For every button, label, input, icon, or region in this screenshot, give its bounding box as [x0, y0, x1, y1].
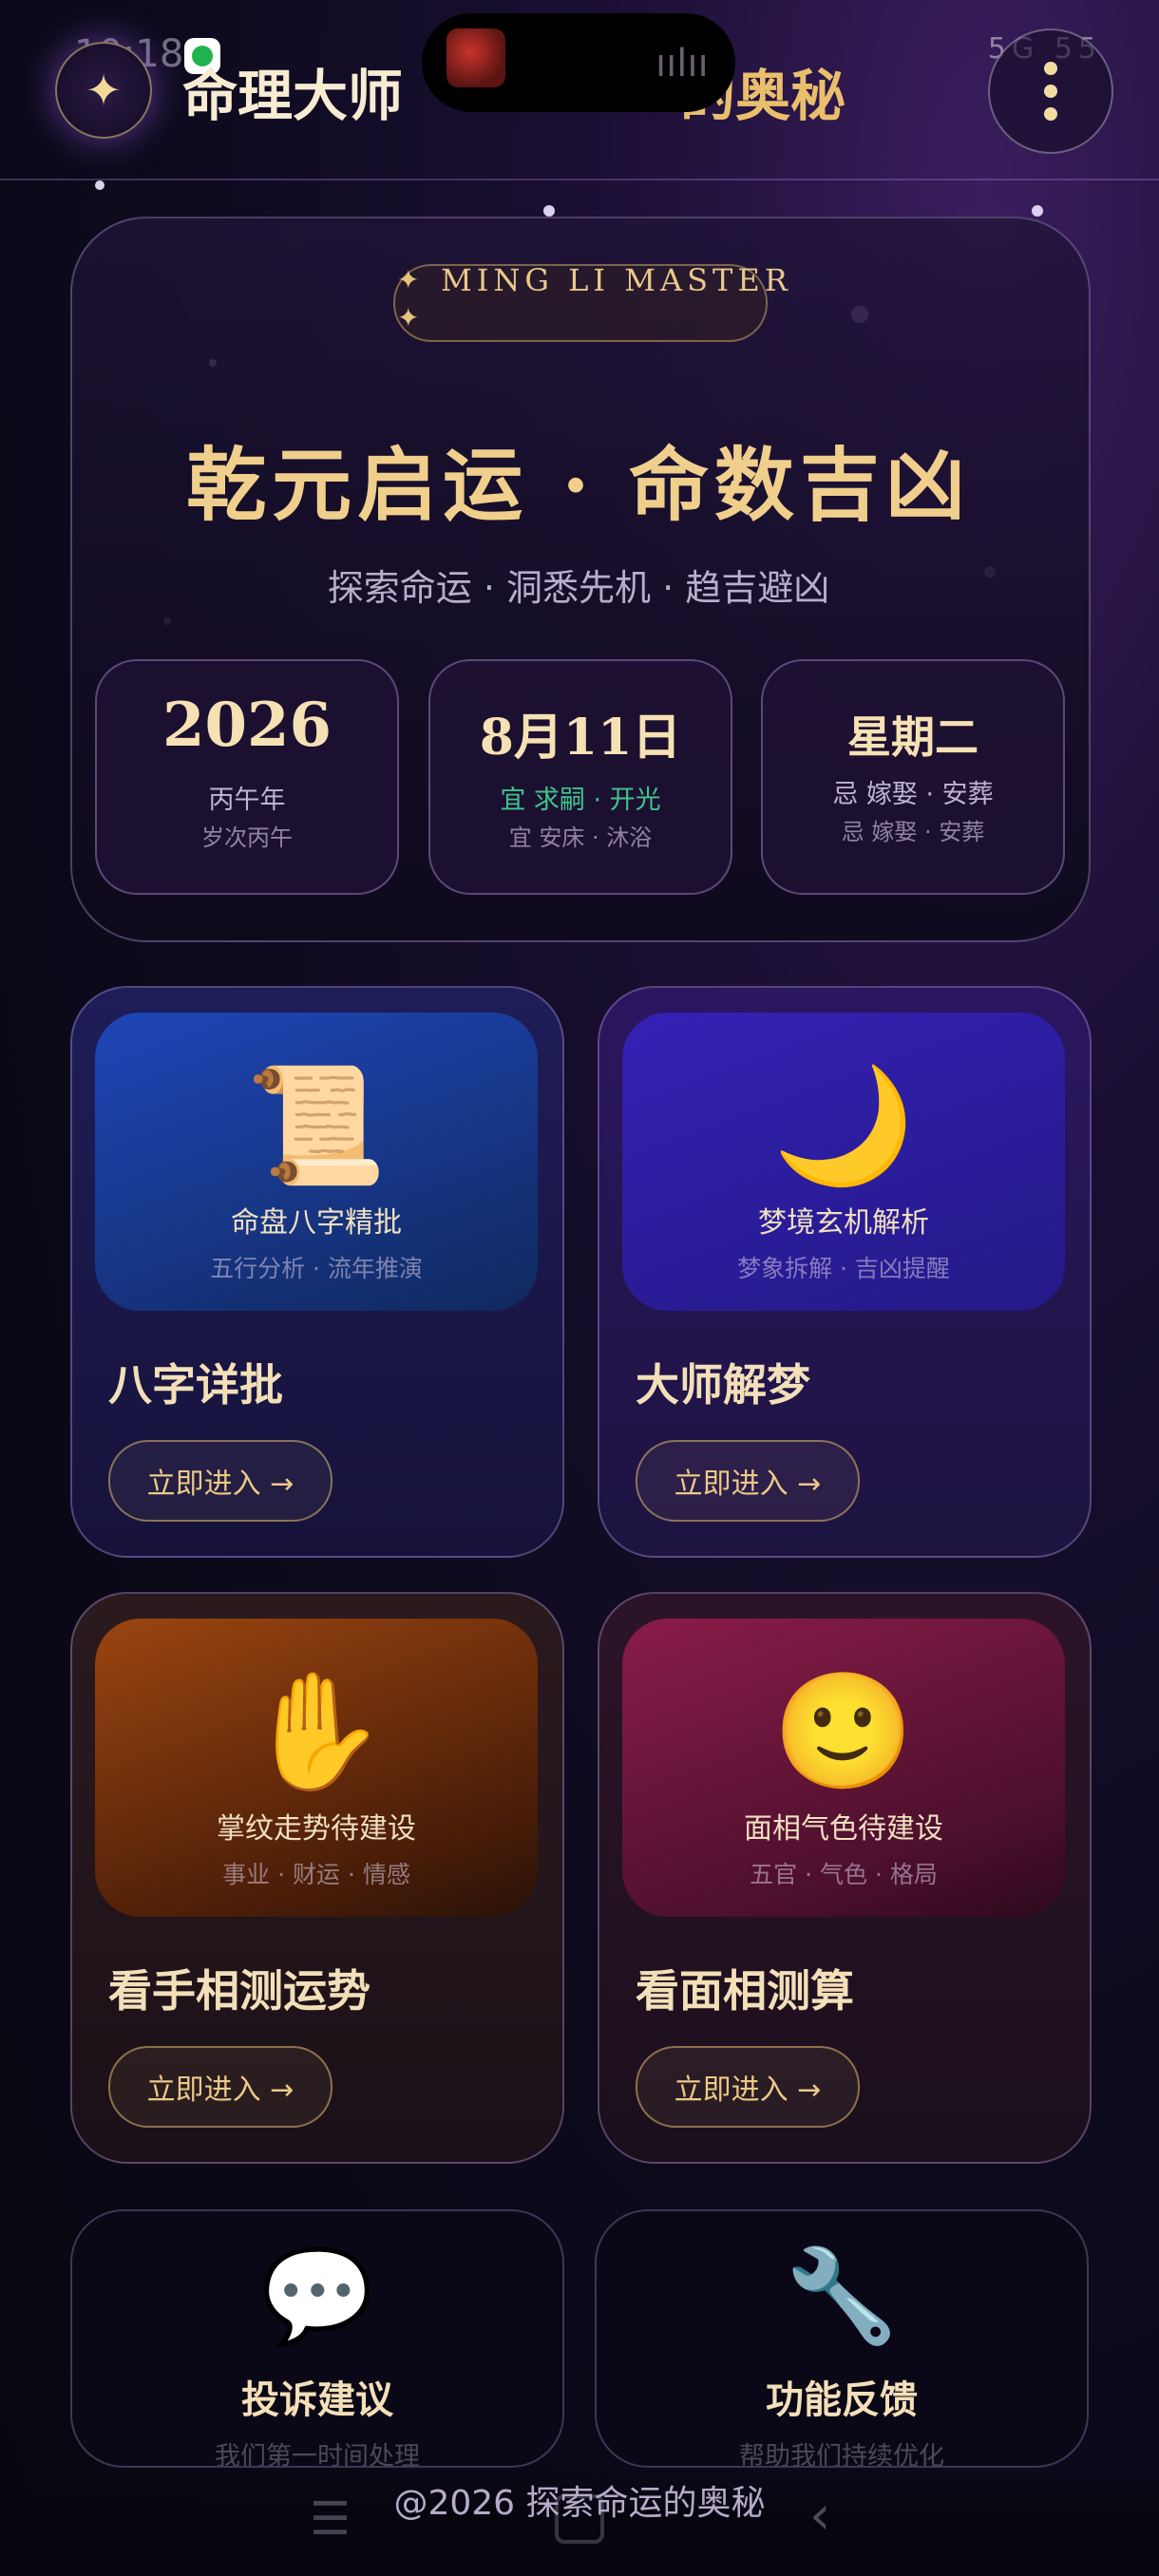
weekday-avoid-2: 忌 嫁娶 · 安葬 — [841, 819, 985, 845]
menu-button[interactable] — [988, 28, 1113, 154]
year-card: 2026 丙午年 岁次丙午 — [95, 659, 399, 895]
feature-subtitle: 掌纹走势待建设 — [217, 1812, 416, 1846]
date-value: 8月11日 — [479, 709, 682, 767]
feature-title: 看手相测运势 — [108, 1965, 370, 2017]
enter-button[interactable]: 立即进入 → — [636, 1440, 860, 1522]
feature-card-palm[interactable]: ✋ 掌纹走势待建设 事业 · 财运 · 情感 看手相测运势 立即进入 → — [70, 1592, 564, 2164]
feature-banner: 📜 命盘八字精批 五行分析 · 流年推演 — [95, 1013, 538, 1311]
hero-title: 乾元启运 · 命数吉凶 — [186, 438, 971, 532]
app-title: 命理大师 — [182, 64, 404, 128]
weekday-avoid: 忌 嫁娶 · 安葬 — [832, 780, 994, 809]
feature-tags: 梦象拆解 · 吉凶提醒 — [737, 1255, 950, 1282]
enter-button[interactable]: 立即进入 → — [636, 2046, 860, 2128]
year-value: 2026 — [162, 690, 332, 761]
decor-star — [1032, 205, 1043, 217]
feature-card-dream[interactable]: 🌙 梦境玄机解析 梦象拆解 · 吉凶提醒 大师解梦 立即进入 → — [598, 986, 1092, 1558]
feature-title: 八字详批 — [108, 1359, 283, 1411]
weekday-value: 星期二 — [847, 711, 978, 763]
feature-title: 看面相测算 — [636, 1965, 854, 2017]
date-auspicious-2: 宜 安床 · 沐浴 — [508, 824, 653, 851]
footer-copyright: @2026 探索命运的奥秘 — [393, 2484, 766, 2523]
feedback-desc: 帮助我们持续优化 — [739, 2442, 944, 2468]
smiley-icon: 🙂 — [772, 1666, 915, 1798]
feedback-title: 功能反馈 — [766, 2377, 918, 2422]
hero-subtitle: 探索命运 · 洞悉先机 · 趋吉避凶 — [327, 567, 830, 609]
decor-star — [543, 205, 555, 217]
menu-dot-icon — [1044, 85, 1057, 98]
brand-badge-text: MING LI MASTER — [441, 262, 792, 298]
complaint-title: 投诉建议 — [241, 2377, 393, 2422]
enter-button[interactable]: 立即进入 → — [108, 1440, 332, 1522]
feature-tags: 五官 · 气色 · 格局 — [750, 1861, 938, 1888]
feature-card-face[interactable]: 🙂 面相气色待建设 五官 · 气色 · 格局 看面相测算 立即进入 → — [598, 1592, 1092, 2164]
sparkle-icon: ✦ — [397, 302, 420, 333]
decor-star — [95, 180, 104, 190]
scroll-icon: 📜 — [245, 1060, 388, 1192]
feedback-card[interactable]: 🔧 功能反馈 帮助我们持续优化 — [595, 2209, 1089, 2468]
feature-subtitle: 梦境玄机解析 — [758, 1206, 929, 1240]
media-thumbnail[interactable] — [446, 28, 505, 87]
feature-card-bazi[interactable]: 📜 命盘八字精批 五行分析 · 流年推演 八字详批 立即进入 → — [70, 986, 564, 1558]
feature-banner: 🙂 面相气色待建设 五官 · 气色 · 格局 — [622, 1619, 1065, 1917]
complaint-desc: 我们第一时间处理 — [215, 2442, 420, 2468]
logo-star-icon[interactable]: ✦ — [55, 42, 152, 139]
feature-tags: 事业 · 财运 · 情感 — [222, 1861, 410, 1888]
wrench-icon: 🔧 — [785, 2243, 899, 2349]
speech-bubble-icon: 💬 — [260, 2243, 374, 2349]
hand-icon: ✋ — [245, 1666, 388, 1798]
weekday-card: 星期二 忌 嫁娶 · 安葬 忌 嫁娶 · 安葬 — [761, 659, 1065, 895]
moon-icon: 🌙 — [772, 1060, 915, 1192]
menu-dot-icon — [1044, 107, 1057, 121]
audio-wave-icon: ıılıı — [656, 42, 709, 85]
year-suici: 岁次丙午 — [201, 824, 293, 851]
enter-button[interactable]: 立即进入 → — [108, 2046, 332, 2128]
feature-tags: 五行分析 · 流年推演 — [210, 1255, 423, 1282]
date-auspicious: 宜 求嗣 · 开光 — [500, 786, 661, 815]
feature-title: 大师解梦 — [636, 1359, 810, 1411]
feature-subtitle: 面相气色待建设 — [744, 1812, 943, 1846]
date-card: 8月11日 宜 求嗣 · 开光 宜 安床 · 沐浴 — [428, 659, 732, 895]
feature-banner: ✋ 掌纹走势待建设 事业 · 财运 · 情感 — [95, 1619, 538, 1917]
feature-banner: 🌙 梦境玄机解析 梦象拆解 · 吉凶提醒 — [622, 1013, 1065, 1311]
complaint-card[interactable]: 💬 投诉建议 我们第一时间处理 — [70, 2209, 564, 2468]
menu-dot-icon — [1044, 62, 1057, 75]
sparkle-icon: ✦ — [397, 264, 420, 295]
year-ganzhi: 丙午年 — [208, 786, 286, 815]
feature-subtitle: 命盘八字精批 — [231, 1206, 402, 1240]
